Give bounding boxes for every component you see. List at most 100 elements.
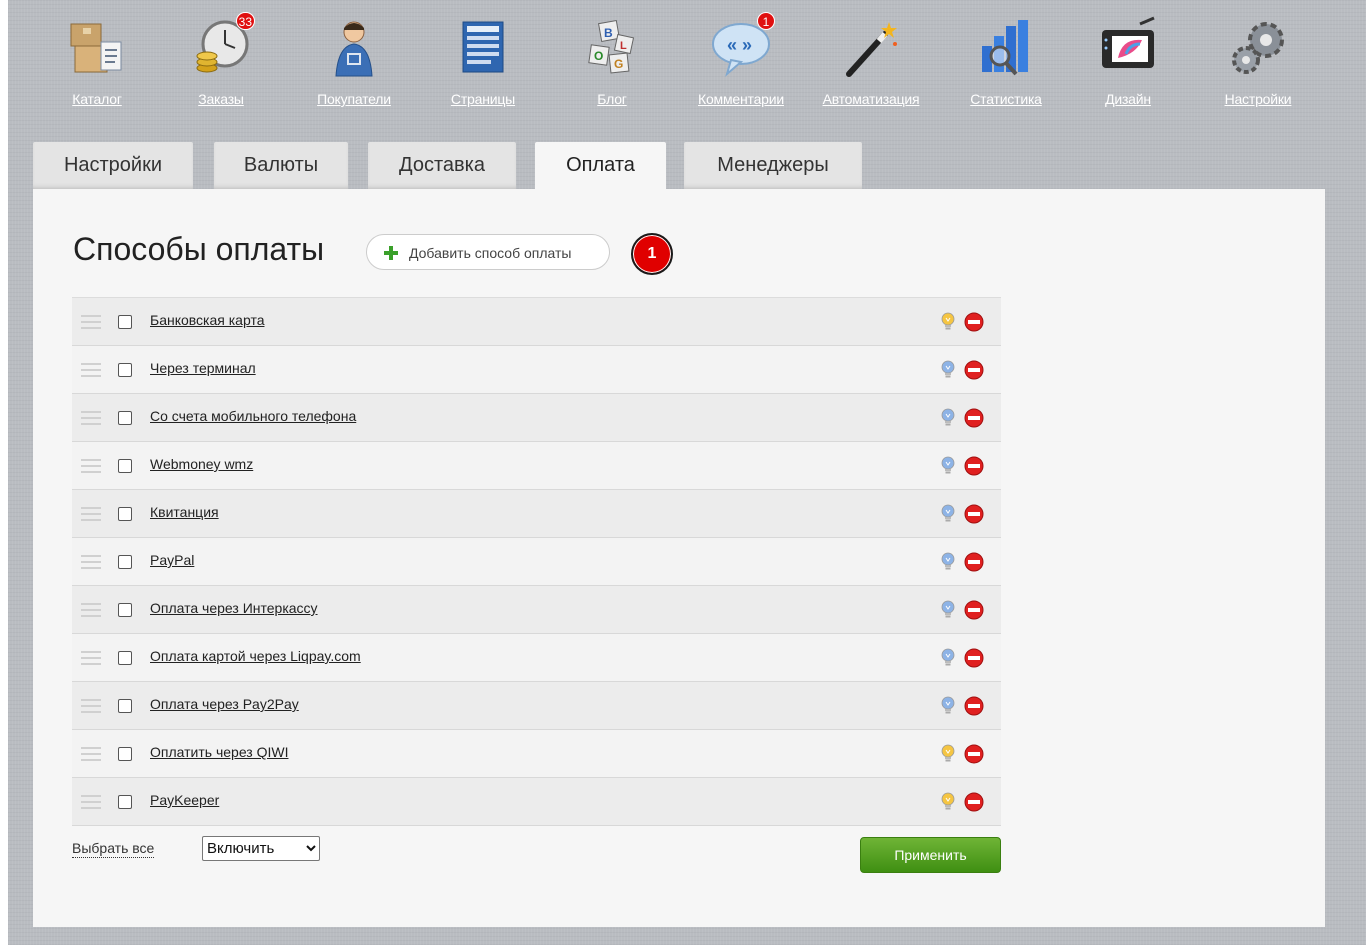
- design-tablet-icon: [1096, 16, 1160, 80]
- drag-handle-icon[interactable]: [81, 411, 101, 425]
- bulk-action-select[interactable]: Включить: [202, 836, 320, 861]
- row-checkbox[interactable]: [118, 651, 132, 665]
- table-row: PayKeeper: [72, 778, 1001, 826]
- bulb-off-icon[interactable]: [940, 552, 956, 572]
- nav-label[interactable]: Настройки: [1203, 91, 1313, 107]
- payment-method-link[interactable]: Оплата через Интеркассу: [150, 600, 318, 616]
- delete-icon[interactable]: [964, 408, 984, 428]
- nav-label[interactable]: Блог: [557, 91, 667, 107]
- nav-item-pages[interactable]: Страницы: [428, 16, 538, 107]
- drag-handle-icon[interactable]: [81, 699, 101, 713]
- payment-method-link[interactable]: Оплатить через QIWI: [150, 744, 288, 760]
- nav-item-automation[interactable]: Автоматизация: [816, 16, 926, 107]
- svg-text:B: B: [604, 26, 613, 40]
- table-row: Оплата через Pay2Pay: [72, 682, 1001, 730]
- drag-handle-icon[interactable]: [81, 795, 101, 809]
- nav-label[interactable]: Автоматизация: [816, 91, 926, 107]
- tab-settings[interactable]: Настройки: [33, 142, 193, 189]
- delete-icon[interactable]: [964, 744, 984, 764]
- chart-icon: [974, 16, 1038, 80]
- apply-button[interactable]: Применить: [860, 837, 1001, 873]
- payment-method-link[interactable]: Через терминал: [150, 360, 256, 376]
- drag-handle-icon[interactable]: [81, 507, 101, 521]
- payment-method-link[interactable]: Со счета мобильного телефона: [150, 408, 356, 424]
- nav-item-comments[interactable]: « » 1 Комментарии: [686, 12, 796, 107]
- row-checkbox[interactable]: [118, 459, 132, 473]
- bulb-on-icon[interactable]: [940, 744, 956, 764]
- gears-icon: [1226, 16, 1290, 80]
- delete-icon[interactable]: [964, 648, 984, 668]
- table-row: Банковская карта: [72, 298, 1001, 346]
- tab-payment[interactable]: Оплата: [535, 142, 666, 189]
- nav-item-catalog[interactable]: Каталог: [42, 16, 152, 107]
- delete-icon[interactable]: [964, 552, 984, 572]
- person-cart-icon: [322, 16, 386, 80]
- nav-item-orders[interactable]: 33 Заказы: [166, 12, 276, 107]
- payment-method-link[interactable]: PayKeeper: [150, 792, 219, 808]
- nav-label[interactable]: Покупатели: [299, 91, 409, 107]
- tab-managers[interactable]: Менеджеры: [684, 142, 862, 189]
- nav-item-design[interactable]: Дизайн: [1073, 16, 1183, 107]
- delete-icon[interactable]: [964, 360, 984, 380]
- svg-text:« »: « »: [727, 35, 752, 55]
- drag-handle-icon[interactable]: [81, 459, 101, 473]
- drag-handle-icon[interactable]: [81, 555, 101, 569]
- nav-label[interactable]: Статистика: [951, 91, 1061, 107]
- table-row: Оплата через Интеркассу: [72, 586, 1001, 634]
- nav-label[interactable]: Дизайн: [1073, 91, 1183, 107]
- nav-label[interactable]: Заказы: [166, 91, 276, 107]
- row-checkbox[interactable]: [118, 555, 132, 569]
- plus-icon: [384, 246, 398, 260]
- row-checkbox[interactable]: [118, 315, 132, 329]
- payment-method-link[interactable]: Квитанция: [150, 504, 219, 520]
- bulb-off-icon[interactable]: [940, 456, 956, 476]
- speech-bubble-icon: « » 1: [709, 12, 775, 80]
- nav-item-statistics[interactable]: Статистика: [951, 16, 1061, 107]
- bulb-off-icon[interactable]: [940, 504, 956, 524]
- drag-handle-icon[interactable]: [81, 603, 101, 617]
- row-checkbox[interactable]: [118, 795, 132, 809]
- svg-text:G: G: [614, 57, 623, 71]
- payment-method-link[interactable]: PayPal: [150, 552, 194, 568]
- bulb-off-icon[interactable]: [940, 360, 956, 380]
- payment-method-link[interactable]: Банковская карта: [150, 312, 264, 328]
- bulb-off-icon[interactable]: [940, 408, 956, 428]
- svg-text:O: O: [594, 49, 603, 63]
- payment-method-link[interactable]: Webmoney wmz: [150, 456, 253, 472]
- payment-method-link[interactable]: Оплата картой через Liqpay.com: [150, 648, 361, 664]
- delete-icon[interactable]: [964, 504, 984, 524]
- row-checkbox[interactable]: [118, 507, 132, 521]
- delete-icon[interactable]: [964, 312, 984, 332]
- table-row: Через терминал: [72, 346, 1001, 394]
- bulb-on-icon[interactable]: [940, 312, 956, 332]
- nav-item-settings[interactable]: Настройки: [1203, 16, 1313, 107]
- drag-handle-icon[interactable]: [81, 651, 101, 665]
- bulb-off-icon[interactable]: [940, 648, 956, 668]
- drag-handle-icon[interactable]: [81, 363, 101, 377]
- row-checkbox[interactable]: [118, 603, 132, 617]
- nav-label[interactable]: Комментарии: [686, 91, 796, 107]
- add-payment-method-button[interactable]: Добавить способ оплаты: [366, 234, 610, 270]
- select-all-link[interactable]: Выбрать все: [72, 840, 155, 858]
- delete-icon[interactable]: [964, 456, 984, 476]
- delete-icon[interactable]: [964, 600, 984, 620]
- bulb-off-icon[interactable]: [940, 600, 956, 620]
- bulb-off-icon[interactable]: [940, 696, 956, 716]
- delete-icon[interactable]: [964, 696, 984, 716]
- row-checkbox[interactable]: [118, 411, 132, 425]
- nav-item-blog[interactable]: B L O G Блог: [557, 16, 667, 107]
- bulb-on-icon[interactable]: [940, 792, 956, 812]
- payment-method-link[interactable]: Оплата через Pay2Pay: [150, 696, 299, 712]
- drag-handle-icon[interactable]: [81, 315, 101, 329]
- row-checkbox[interactable]: [118, 747, 132, 761]
- row-checkbox[interactable]: [118, 699, 132, 713]
- row-checkbox[interactable]: [118, 363, 132, 377]
- nav-item-customers[interactable]: Покупатели: [299, 16, 409, 107]
- nav-label[interactable]: Каталог: [42, 91, 152, 107]
- tab-currencies[interactable]: Валюты: [214, 142, 348, 189]
- top-navigation: Каталог 33 Заказы Покупатели Страницы B …: [8, 0, 1366, 120]
- nav-label[interactable]: Страницы: [428, 91, 538, 107]
- delete-icon[interactable]: [964, 792, 984, 812]
- drag-handle-icon[interactable]: [81, 747, 101, 761]
- tab-delivery[interactable]: Доставка: [368, 142, 516, 189]
